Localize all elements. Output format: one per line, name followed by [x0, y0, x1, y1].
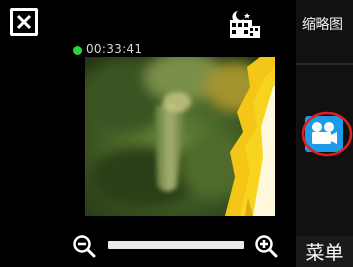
zoom-slider[interactable] [108, 241, 244, 249]
camera-viewfinder[interactable] [85, 57, 275, 216]
recording-indicator [73, 46, 82, 55]
video-camera-icon [301, 111, 353, 157]
video-mode-button[interactable] [293, 110, 353, 158]
menu-label: 菜单 [305, 242, 344, 264]
menu-button[interactable]: 菜单 [296, 236, 353, 267]
camera-screen: 缩略图 00:33:41 菜单 [0, 0, 353, 267]
night-mode-icon[interactable] [228, 10, 262, 40]
close-icon [16, 14, 32, 30]
zoom-out-icon [73, 235, 96, 258]
zoom-out-button[interactable] [72, 234, 96, 258]
panel-divider [296, 63, 353, 65]
thumbnail-button[interactable]: 缩略图 [302, 14, 343, 34]
zoom-in-button[interactable] [254, 234, 278, 258]
recording-timer: 00:33:41 [86, 42, 143, 56]
close-button[interactable] [10, 8, 38, 36]
zoom-in-icon [255, 235, 278, 258]
